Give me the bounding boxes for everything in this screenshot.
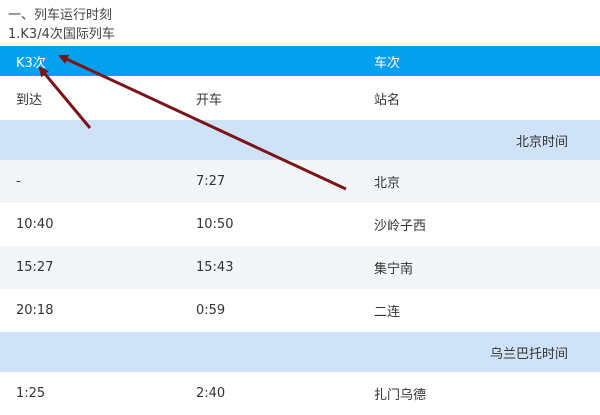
column-label-row: 到达 开车 站名	[0, 76, 600, 120]
heading-block: 一、列车运行时刻 1.K3/4次国际列车	[8, 6, 115, 44]
train-number: K3次	[16, 55, 46, 71]
arrive-time: 1:25	[16, 386, 46, 401]
table-row: 1:25 2:40 扎门乌德	[0, 372, 600, 415]
section-title: 一、列车运行时刻	[8, 8, 113, 23]
depart-time: 0:59	[196, 303, 226, 318]
subsection-title: 1.K3/4次国际列车	[8, 27, 115, 42]
table-row: - 7:27 北京	[0, 160, 600, 203]
timetable: K3次 车次 到达 开车 站名 北京时间 - 7:27 北京 10:40 10:…	[0, 46, 600, 415]
column-arrive: 到达	[16, 92, 43, 108]
timezone-section-row: 北京时间	[0, 120, 600, 160]
timezone-label: 乌兰巴托时间	[489, 346, 568, 362]
table-row: 15:27 15:43 集宁南	[0, 246, 600, 289]
arrive-time: 15:27	[16, 260, 54, 275]
arrive-time: -	[16, 174, 21, 189]
table-row: 10:40 10:50 沙岭子西	[0, 203, 600, 246]
station-name: 集宁南	[374, 262, 414, 277]
table-row: 20:18 0:59 二连	[0, 289, 600, 332]
station-name: 扎门乌德	[374, 388, 427, 403]
depart-time: 10:50	[196, 217, 234, 232]
depart-time: 2:40	[196, 386, 226, 401]
station-name: 二连	[374, 305, 401, 320]
column-depart: 开车	[196, 92, 223, 108]
depart-time: 7:27	[196, 174, 226, 189]
depart-time: 15:43	[196, 260, 234, 275]
table-header-row: K3次 车次	[0, 46, 600, 76]
timezone-section-row: 乌兰巴托时间	[0, 332, 600, 372]
train-label: 车次	[374, 55, 401, 71]
station-name: 北京	[374, 176, 401, 191]
arrive-time: 20:18	[16, 303, 54, 318]
timezone-label: 北京时间	[515, 134, 568, 150]
station-name: 沙岭子西	[374, 219, 427, 234]
arrive-time: 10:40	[16, 217, 54, 232]
column-station: 站名	[374, 92, 401, 108]
